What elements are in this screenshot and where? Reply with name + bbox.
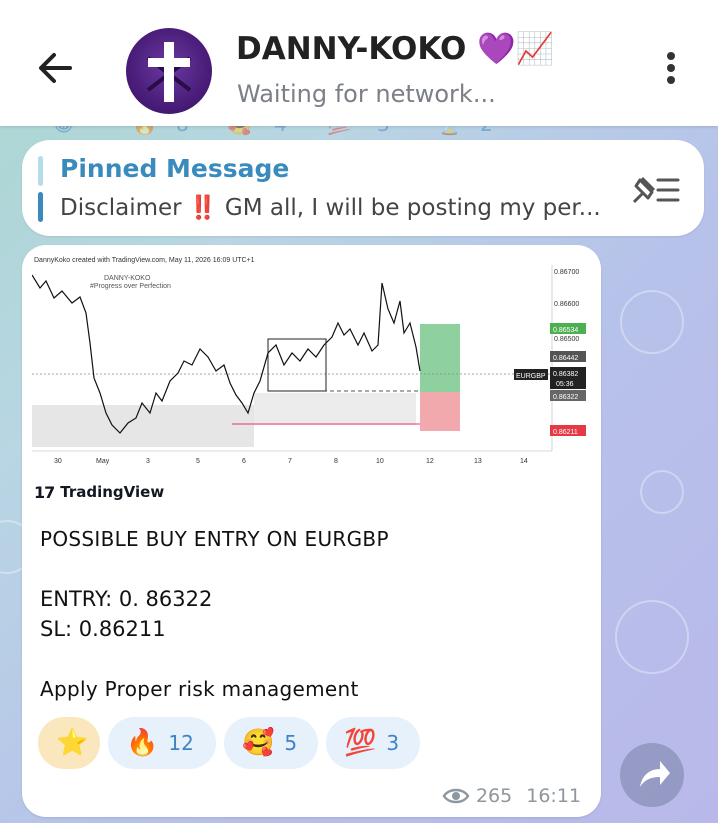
share-button[interactable] — [620, 743, 684, 807]
pin-indicator-inactive — [38, 156, 43, 186]
hundred-icon: 💯 — [344, 728, 377, 758]
reaction-count: 3 — [386, 731, 400, 755]
pinned-list-button[interactable] — [628, 170, 682, 210]
star-icon: ⭐ — [56, 728, 89, 758]
chart-image[interactable]: DannyKoko created with TradingView.com, … — [32, 253, 590, 473]
more-menu-button[interactable] — [662, 52, 680, 90]
avatar[interactable] — [126, 28, 212, 114]
back-button[interactable] — [34, 46, 78, 90]
tradingview-mark-icon: 17 — [34, 482, 55, 502]
chart-author: DANNY-KOKO — [104, 275, 151, 282]
x-tick: 6 — [242, 458, 246, 465]
loss-zone — [420, 392, 460, 431]
x-tick: 12 — [426, 458, 434, 465]
chart-watermark: DannyKoko created with TradingView.com, … — [34, 257, 255, 264]
reaction-hundred[interactable]: 💯 3 — [326, 717, 420, 769]
tradingview-name: TradingView — [60, 483, 165, 501]
fire-icon: 🔥 — [126, 728, 159, 758]
chat-header: DANNY-KOKO 💜📈 Waiting for network... — [0, 0, 718, 126]
message-meta: 265 16:11 — [442, 785, 581, 807]
demand-zone-2 — [254, 393, 416, 425]
share-arrow-icon — [640, 761, 670, 787]
pinned-message-bar[interactable]: Pinned Message Disclaimer ‼️ GM all, I w… — [22, 140, 704, 236]
countdown-tag: 05:36 — [556, 381, 574, 388]
title-emojis: 💜📈 — [477, 31, 555, 67]
pin-indicator-active — [38, 192, 43, 222]
reaction-count: 5 — [284, 731, 298, 755]
price-tag-entry: 0.86322 — [553, 394, 578, 401]
y-tick: 0.86600 — [554, 301, 579, 308]
x-tick: 5 — [196, 458, 200, 465]
x-tick: 8 — [334, 458, 338, 465]
x-tick: 3 — [146, 458, 150, 465]
price-tag: 0.86442 — [553, 355, 578, 362]
x-axis-labels: 30 May 3 5 6 7 8 10 12 13 14 — [54, 458, 528, 465]
reaction-count: 12 — [168, 731, 194, 755]
x-tick: May — [96, 458, 110, 465]
price-tag-current: 0.86382 — [553, 371, 578, 378]
eye-icon — [442, 788, 470, 804]
price-tag-tp: 0.86534 — [553, 327, 578, 334]
message-entry: ENTRY: 0. 86322 — [40, 587, 213, 611]
chart-tagline: #Progress over Perfection — [90, 283, 171, 290]
cross-icon — [146, 42, 192, 102]
message-note: Apply Proper risk management — [40, 677, 359, 701]
x-tick: 13 — [474, 458, 482, 465]
profit-zone — [420, 324, 460, 392]
message-sl: SL: 0.86211 — [40, 617, 166, 641]
arrow-left-icon — [39, 53, 72, 83]
message-line-1: POSSIBLE BUY ENTRY ON EURGBP — [40, 527, 389, 551]
y-axis-labels: 0.86700 0.86600 0.86500 0.86534 0.86442 … — [514, 269, 586, 436]
price-tag-sl: 0.86211 — [553, 429, 578, 436]
chat-title-text: DANNY-KOKO — [236, 31, 467, 67]
smiling-hearts-icon: 🥰 — [242, 728, 275, 758]
symbol-tag: EURGBP — [516, 373, 546, 380]
message-bubble[interactable]: DannyKoko created with TradingView.com, … — [22, 245, 601, 817]
y-tick: 0.86500 — [554, 336, 579, 343]
demand-zone — [32, 405, 254, 447]
reaction-smiling-hearts[interactable]: 🥰 5 — [224, 717, 318, 769]
price-chart: DannyKoko created with TradingView.com, … — [32, 257, 586, 465]
tradingview-logo: 17 TradingView — [34, 481, 164, 503]
pinned-title: Pinned Message — [60, 154, 290, 183]
reaction-star[interactable]: ⭐ — [38, 717, 100, 769]
chat-status: Waiting for network... — [237, 80, 496, 108]
x-tick: 14 — [520, 458, 528, 465]
pin-list-icon — [632, 176, 680, 204]
x-tick: 30 — [54, 458, 62, 465]
reaction-fire[interactable]: 🔥 12 — [108, 717, 216, 769]
view-count: 265 — [475, 785, 513, 807]
pinned-text: Disclaimer ‼️ GM all, I will be posting … — [60, 195, 601, 221]
x-tick: 7 — [288, 458, 292, 465]
chat-title[interactable]: DANNY-KOKO 💜📈 — [236, 30, 554, 67]
y-tick: 0.86700 — [554, 269, 579, 276]
x-tick: 10 — [376, 458, 384, 465]
message-time: 16:11 — [526, 785, 581, 807]
